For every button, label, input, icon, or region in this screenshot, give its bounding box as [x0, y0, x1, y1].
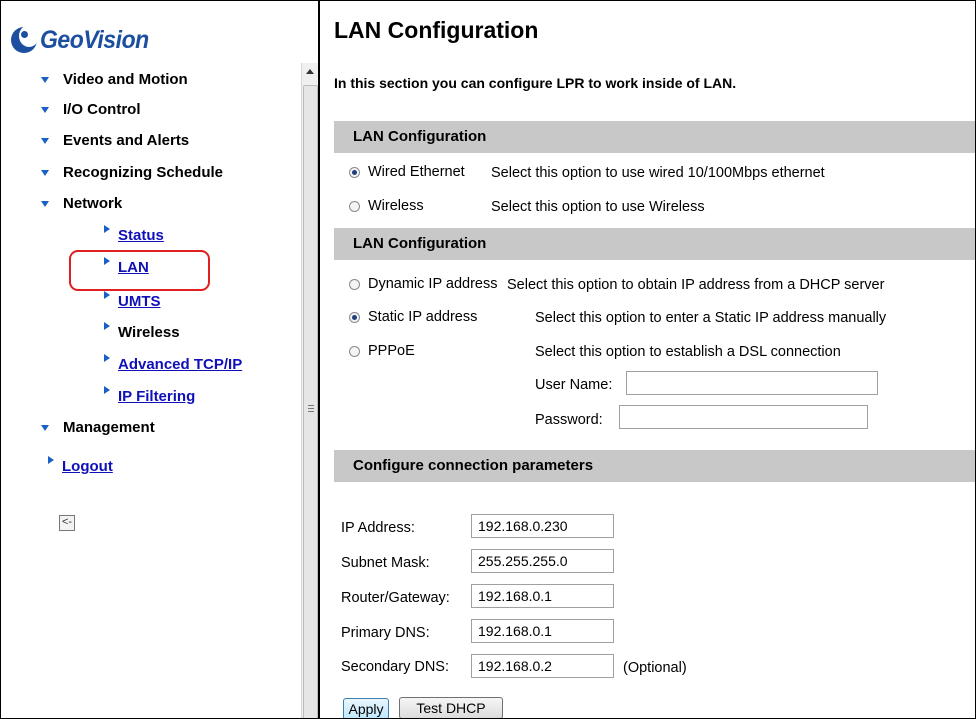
nav-item-wireless[interactable]: Wireless — [104, 322, 180, 341]
dynamic-ip-desc: Select this option to obtain IP address … — [507, 277, 885, 293]
nav-pane: GeoVision Video and Motion I/O Control E… — [1, 1, 318, 718]
password-label: Password: — [535, 412, 603, 428]
static-ip-radio[interactable] — [349, 311, 360, 323]
nav-events-alerts[interactable]: Events and Alerts — [41, 132, 189, 149]
bullet-right-icon — [104, 291, 110, 299]
password-field[interactable] — [619, 405, 868, 429]
section-header-connection-params: Configure connection parameters — [334, 450, 975, 482]
primary-dns-field[interactable] — [471, 619, 614, 643]
bullet-right-icon — [104, 322, 110, 330]
bullet-right-icon — [104, 225, 110, 233]
content-pane: LAN Configuration In this section you ca… — [321, 1, 975, 718]
static-ip-option[interactable]: Static IP address — [349, 309, 477, 325]
secondary-dns-field[interactable] — [471, 654, 614, 678]
status-link[interactable]: Status — [118, 227, 164, 244]
apply-button[interactable]: Apply — [343, 698, 389, 718]
dynamic-ip-label: Dynamic IP address — [368, 276, 498, 292]
nav-scrollbar[interactable] — [301, 63, 318, 718]
pane-divider — [318, 1, 320, 718]
nav-item-status[interactable]: Status — [104, 225, 164, 244]
test-dhcp-button[interactable]: Test DHCP — [399, 697, 503, 718]
nav-video-motion[interactable]: Video and Motion — [41, 71, 188, 88]
page-title: LAN Configuration — [334, 17, 539, 43]
nav-item-umts[interactable]: UMTS — [104, 291, 161, 310]
expand-down-icon — [41, 424, 49, 431]
ip-address-label: IP Address: — [341, 520, 415, 536]
collapse-menu-button[interactable]: <- — [59, 515, 75, 531]
pppoe-label: PPPoE — [368, 343, 415, 359]
nav-logout[interactable]: Logout — [48, 456, 113, 475]
nav-management-label: Management — [63, 419, 155, 436]
logo-text: GeoVision — [40, 25, 149, 54]
nav-recognizing-schedule[interactable]: Recognizing Schedule — [41, 164, 223, 181]
subnet-mask-field[interactable] — [471, 549, 614, 573]
nav-management[interactable]: Management — [41, 419, 155, 436]
expand-down-icon — [41, 76, 49, 83]
router-gateway-field[interactable] — [471, 584, 614, 608]
wireless-label: Wireless — [118, 324, 180, 341]
wireless-desc: Select this option to use Wireless — [491, 199, 705, 215]
pppoe-option[interactable]: PPPoE — [349, 343, 415, 359]
pppoe-desc: Select this option to establish a DSL co… — [535, 344, 841, 360]
wired-ethernet-label: Wired Ethernet — [368, 164, 465, 180]
logo-mark-icon — [11, 25, 39, 53]
logout-link[interactable]: Logout — [62, 458, 113, 475]
scroll-thumb[interactable] — [303, 85, 318, 718]
nav-io-control[interactable]: I/O Control — [41, 101, 141, 118]
expand-down-icon — [41, 137, 49, 144]
primary-dns-label: Primary DNS: — [341, 625, 430, 641]
secondary-dns-label: Secondary DNS: — [341, 659, 449, 675]
advanced-tcpip-link[interactable]: Advanced TCP/IP — [118, 356, 242, 373]
wired-ethernet-desc: Select this option to use wired 10/100Mb… — [491, 165, 825, 181]
bullet-right-icon — [48, 456, 54, 464]
bullet-right-icon — [104, 386, 110, 394]
expand-down-icon — [41, 200, 49, 207]
section-header-lan-type: LAN Configuration — [334, 121, 975, 153]
router-gateway-label: Router/Gateway: — [341, 590, 450, 606]
optional-note: (Optional) — [623, 660, 687, 676]
wireless-option[interactable]: Wireless — [349, 198, 424, 214]
pppoe-radio[interactable] — [349, 345, 360, 357]
nav-item-ip-filtering[interactable]: IP Filtering — [104, 386, 195, 405]
page-intro: In this section you can configure LPR to… — [334, 75, 737, 91]
nav-events-alerts-label: Events and Alerts — [63, 132, 190, 149]
wireless-option-label: Wireless — [368, 198, 424, 214]
expand-down-icon — [41, 106, 49, 113]
bullet-right-icon — [104, 354, 110, 362]
dynamic-ip-radio[interactable] — [349, 278, 360, 290]
browser-frame: GeoVision Video and Motion I/O Control E… — [0, 0, 976, 719]
nav-network-label: Network — [63, 195, 123, 212]
nav-network[interactable]: Network — [41, 195, 122, 212]
ip-filtering-link[interactable]: IP Filtering — [118, 388, 195, 405]
static-ip-desc: Select this option to enter a Static IP … — [535, 310, 887, 326]
logo: GeoVision — [11, 23, 158, 57]
wireless-radio[interactable] — [349, 200, 360, 212]
nav-recognizing-schedule-label: Recognizing Schedule — [63, 164, 224, 181]
scroll-up-arrow-icon[interactable] — [306, 69, 314, 74]
username-field[interactable] — [626, 371, 878, 395]
wired-ethernet-radio[interactable] — [349, 166, 360, 178]
umts-link[interactable]: UMTS — [118, 293, 161, 310]
nav-item-advanced-tcpip[interactable]: Advanced TCP/IP — [104, 354, 242, 373]
nav-io-control-label: I/O Control — [63, 101, 141, 118]
expand-down-icon — [41, 169, 49, 176]
section-header-ip-mode: LAN Configuration — [334, 228, 975, 260]
dynamic-ip-option[interactable]: Dynamic IP address — [349, 276, 497, 292]
ip-address-field[interactable] — [471, 514, 614, 538]
static-ip-label: Static IP address — [368, 309, 478, 325]
subnet-mask-label: Subnet Mask: — [341, 555, 430, 571]
username-label: User Name: — [535, 377, 613, 393]
lan-highlight-annotation — [69, 250, 210, 291]
nav-video-motion-label: Video and Motion — [63, 71, 188, 88]
wired-ethernet-option[interactable]: Wired Ethernet — [349, 164, 465, 180]
grip-icon — [308, 405, 314, 406]
